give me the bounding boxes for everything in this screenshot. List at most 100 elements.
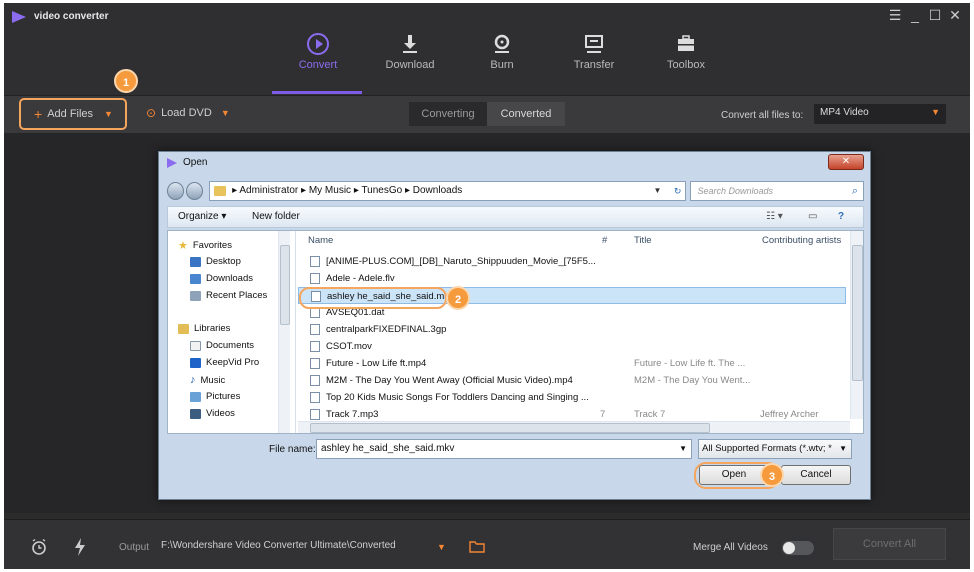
new-folder-button[interactable]: New folder <box>252 211 300 222</box>
close-icon[interactable]: ✕ <box>948 7 962 23</box>
maximize-icon[interactable]: ☐ <box>928 7 942 23</box>
column-header-artists[interactable]: Contributing artists <box>762 235 841 246</box>
nav-recent-label: Recent Places <box>206 290 268 301</box>
file-type-filter[interactable]: All Supported Formats (*.wtv; * ▼ <box>698 439 852 459</box>
lightning-icon[interactable] <box>74 538 86 556</box>
help-icon[interactable]: ? <box>838 211 844 222</box>
menu-icon[interactable]: ☰ <box>888 7 902 23</box>
merge-toggle[interactable] <box>782 541 814 555</box>
tab-burn[interactable]: Burn <box>456 29 548 71</box>
transfer-icon <box>585 35 603 53</box>
nav-keepvid[interactable]: KeepVid Pro <box>190 357 259 368</box>
step-badge-3: 3 <box>760 463 784 487</box>
nav-desktop-label: Desktop <box>206 256 241 267</box>
nav-favorites-label: Favorites <box>192 240 232 251</box>
toolbox-icon <box>678 35 694 51</box>
logo-icon <box>12 11 26 23</box>
convert-all-button[interactable]: Convert All <box>833 528 946 560</box>
nav-pictures-label: Pictures <box>206 391 241 402</box>
minimize-icon[interactable]: _ <box>908 7 922 23</box>
nav-libraries[interactable]: Libraries <box>178 323 230 334</box>
nav-videos[interactable]: Videos <box>190 408 235 419</box>
chevron-down-icon[interactable]: ▼ <box>437 542 446 552</box>
file-icon <box>310 375 320 386</box>
file-list-hscrollbar[interactable] <box>298 421 850 433</box>
cancel-button[interactable]: Cancel <box>781 465 851 485</box>
back-icon[interactable] <box>167 182 185 200</box>
tab-transfer[interactable]: Transfer <box>548 29 640 71</box>
file-row[interactable]: Adele - Adele.flv <box>298 270 846 287</box>
chevron-down-icon[interactable]: ▼ <box>654 182 662 200</box>
highlight-ring-selected-file <box>299 287 447 309</box>
nav-favorites[interactable]: ★ Favorites <box>178 239 232 252</box>
nav-documents[interactable]: Documents <box>190 340 254 351</box>
nav-pictures[interactable]: Pictures <box>190 391 240 402</box>
file-list-vscrollbar[interactable] <box>850 231 863 419</box>
output-label: Output <box>119 542 150 553</box>
file-icon <box>310 358 320 369</box>
step-badge-1: 1 <box>114 69 138 93</box>
file-icon <box>310 392 320 403</box>
column-header-title[interactable]: Title <box>634 235 652 246</box>
desktop-icon <box>190 256 201 267</box>
view-options-icon[interactable]: ☷ ▾ <box>766 211 783 222</box>
file-icon <box>310 273 320 284</box>
scroll-thumb[interactable] <box>280 245 290 325</box>
file-list: Name # Title Contributing artists [ANIME… <box>298 231 863 433</box>
file-name: Top 20 Kids Music Songs For Toddlers Dan… <box>326 392 589 403</box>
output-path[interactable]: F:\Wondershare Video Converter Ultimate\… <box>161 540 457 551</box>
address-row: ▸ Administrator ▸ My Music ▸ TunesGo ▸ D… <box>167 180 864 202</box>
organize-button[interactable]: Organize ▾ <box>178 211 226 222</box>
merge-all-label: Merge All Videos <box>693 542 768 553</box>
tab-converted[interactable]: Converted <box>487 102 565 126</box>
scroll-thumb[interactable] <box>310 423 710 433</box>
breadcrumb: ▸ Administrator ▸ My Music ▸ TunesGo ▸ D… <box>232 185 463 196</box>
preview-pane-icon[interactable]: ▭ <box>808 211 817 222</box>
alarm-clock-icon[interactable] <box>30 538 48 556</box>
address-bar[interactable]: ▸ Administrator ▸ My Music ▸ TunesGo ▸ D… <box>209 181 687 201</box>
chevron-down-icon[interactable]: ▼ <box>679 440 687 458</box>
dialog-titlebar: Open <box>167 157 207 168</box>
nav-pane-scrollbar[interactable] <box>278 231 290 433</box>
tab-converting[interactable]: Converting <box>409 102 487 126</box>
output-format-select[interactable]: MP4 Video ▼ <box>814 104 946 124</box>
search-input[interactable]: Search Downloads ⌕ <box>690 181 864 201</box>
file-title: Future - Low Life ft. The ... <box>634 358 746 369</box>
nav-downloads[interactable]: Downloads <box>190 273 253 284</box>
column-header-number[interactable]: # <box>602 235 607 246</box>
file-row[interactable]: CSOT.mov <box>298 338 846 355</box>
dialog-title: Open <box>183 157 208 168</box>
file-row[interactable]: Future - Low Life ft.mp4 Future - Low Lif… <box>298 355 846 372</box>
convert-all-to-label: Convert all files to: <box>721 110 804 121</box>
tab-convert[interactable]: Convert <box>272 29 364 71</box>
tab-download[interactable]: Download <box>364 29 456 71</box>
nav-documents-label: Documents <box>206 340 255 351</box>
scroll-thumb[interactable] <box>852 245 863 381</box>
forward-icon[interactable] <box>186 182 204 200</box>
file-row[interactable]: [ANIME-PLUS.COM]_[DB]_Naruto_Shippuuden_… <box>298 253 846 270</box>
nav-keepvid-label: KeepVid Pro <box>206 357 260 368</box>
file-name-input[interactable]: ashley he_said_she_said.mkv ▼ <box>316 439 692 459</box>
load-dvd-button[interactable]: ⊙ Load DVD ▼ <box>146 106 230 120</box>
tab-toolbox[interactable]: Toolbox <box>640 29 732 71</box>
app-title: video converter <box>34 11 109 22</box>
app-window: video converter ☰ _ ☐ ✕ Convert Download… <box>4 3 970 569</box>
file-row[interactable]: centralparkFIXEDFINAL.3gp <box>298 321 846 338</box>
nav-recent[interactable]: Recent Places <box>190 290 267 301</box>
nav-music[interactable]: ♪ Music <box>190 374 225 386</box>
search-icon[interactable]: ⌕ <box>852 182 858 200</box>
file-name-label: File name: <box>269 444 316 455</box>
output-format-value: MP4 Video <box>820 107 869 118</box>
nav-desktop[interactable]: Desktop <box>190 256 241 267</box>
file-row[interactable]: Top 20 Kids Music Songs For Toddlers Dan… <box>298 389 846 406</box>
downloads-icon <box>190 273 201 284</box>
dialog-close-button[interactable]: ✕ <box>828 154 864 170</box>
folder-icon <box>214 186 227 196</box>
refresh-icon[interactable]: ↻ <box>674 182 682 200</box>
file-name: CSOT.mov <box>326 341 372 352</box>
column-header-name[interactable]: Name <box>308 235 333 246</box>
file-name: Future - Low Life ft.mp4 <box>326 358 427 369</box>
folder-icon[interactable] <box>469 540 485 553</box>
nav-libraries-label: Libraries <box>194 323 231 334</box>
file-row[interactable]: M2M - The Day You Went Away (Official Mu… <box>298 372 846 389</box>
